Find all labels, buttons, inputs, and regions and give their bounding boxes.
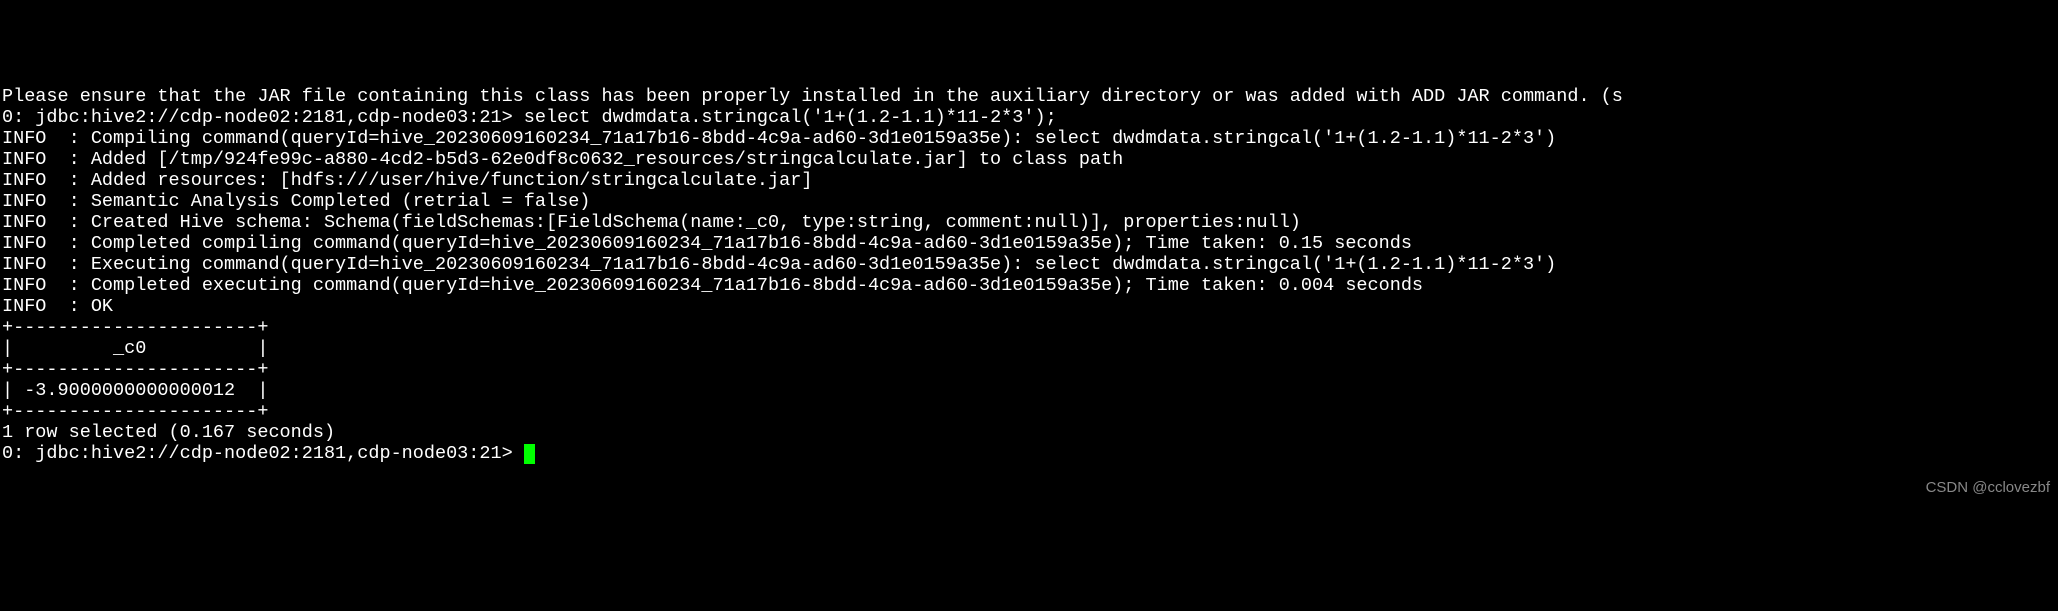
sql-command: select dwdmdata.stringcal('1+(1.2-1.1)*1… <box>524 107 1057 128</box>
table-header: | _c0 | <box>2 338 2056 359</box>
truncated-line: Please ensure that the JAR file containi… <box>2 86 2056 107</box>
sql-prompt: 0: jdbc:hive2://cdp-node02:2181,cdp-node… <box>2 107 524 128</box>
prompt-line[interactable]: 0: jdbc:hive2://cdp-node02:2181,cdp-node… <box>2 443 2056 464</box>
table-border: +----------------------+ <box>2 401 2056 422</box>
table-border: +----------------------+ <box>2 359 2056 380</box>
log-line: INFO : Completed executing command(query… <box>2 275 2056 296</box>
log-line: INFO : OK <box>2 296 2056 317</box>
watermark: CSDN @cclovezbf <box>1926 477 2050 498</box>
log-line: INFO : Added resources: [hdfs:///user/hi… <box>2 170 2056 191</box>
log-line: INFO : Semantic Analysis Completed (retr… <box>2 191 2056 212</box>
log-line: INFO : Completed compiling command(query… <box>2 233 2056 254</box>
prompt-line[interactable]: 0: jdbc:hive2://cdp-node02:2181,cdp-node… <box>2 107 2056 128</box>
table-border: +----------------------+ <box>2 317 2056 338</box>
log-line: INFO : Added [/tmp/924fe99c-a880-4cd2-b5… <box>2 149 2056 170</box>
table-row: | -3.9000000000000012 | <box>2 380 2056 401</box>
sql-prompt: 0: jdbc:hive2://cdp-node02:2181,cdp-node… <box>2 443 524 464</box>
log-line: INFO : Created Hive schema: Schema(field… <box>2 212 2056 233</box>
log-line: INFO : Compiling command(queryId=hive_20… <box>2 128 2056 149</box>
result-summary: 1 row selected (0.167 seconds) <box>2 422 2056 443</box>
cursor-icon <box>524 444 535 464</box>
log-line: INFO : Executing command(queryId=hive_20… <box>2 254 2056 275</box>
